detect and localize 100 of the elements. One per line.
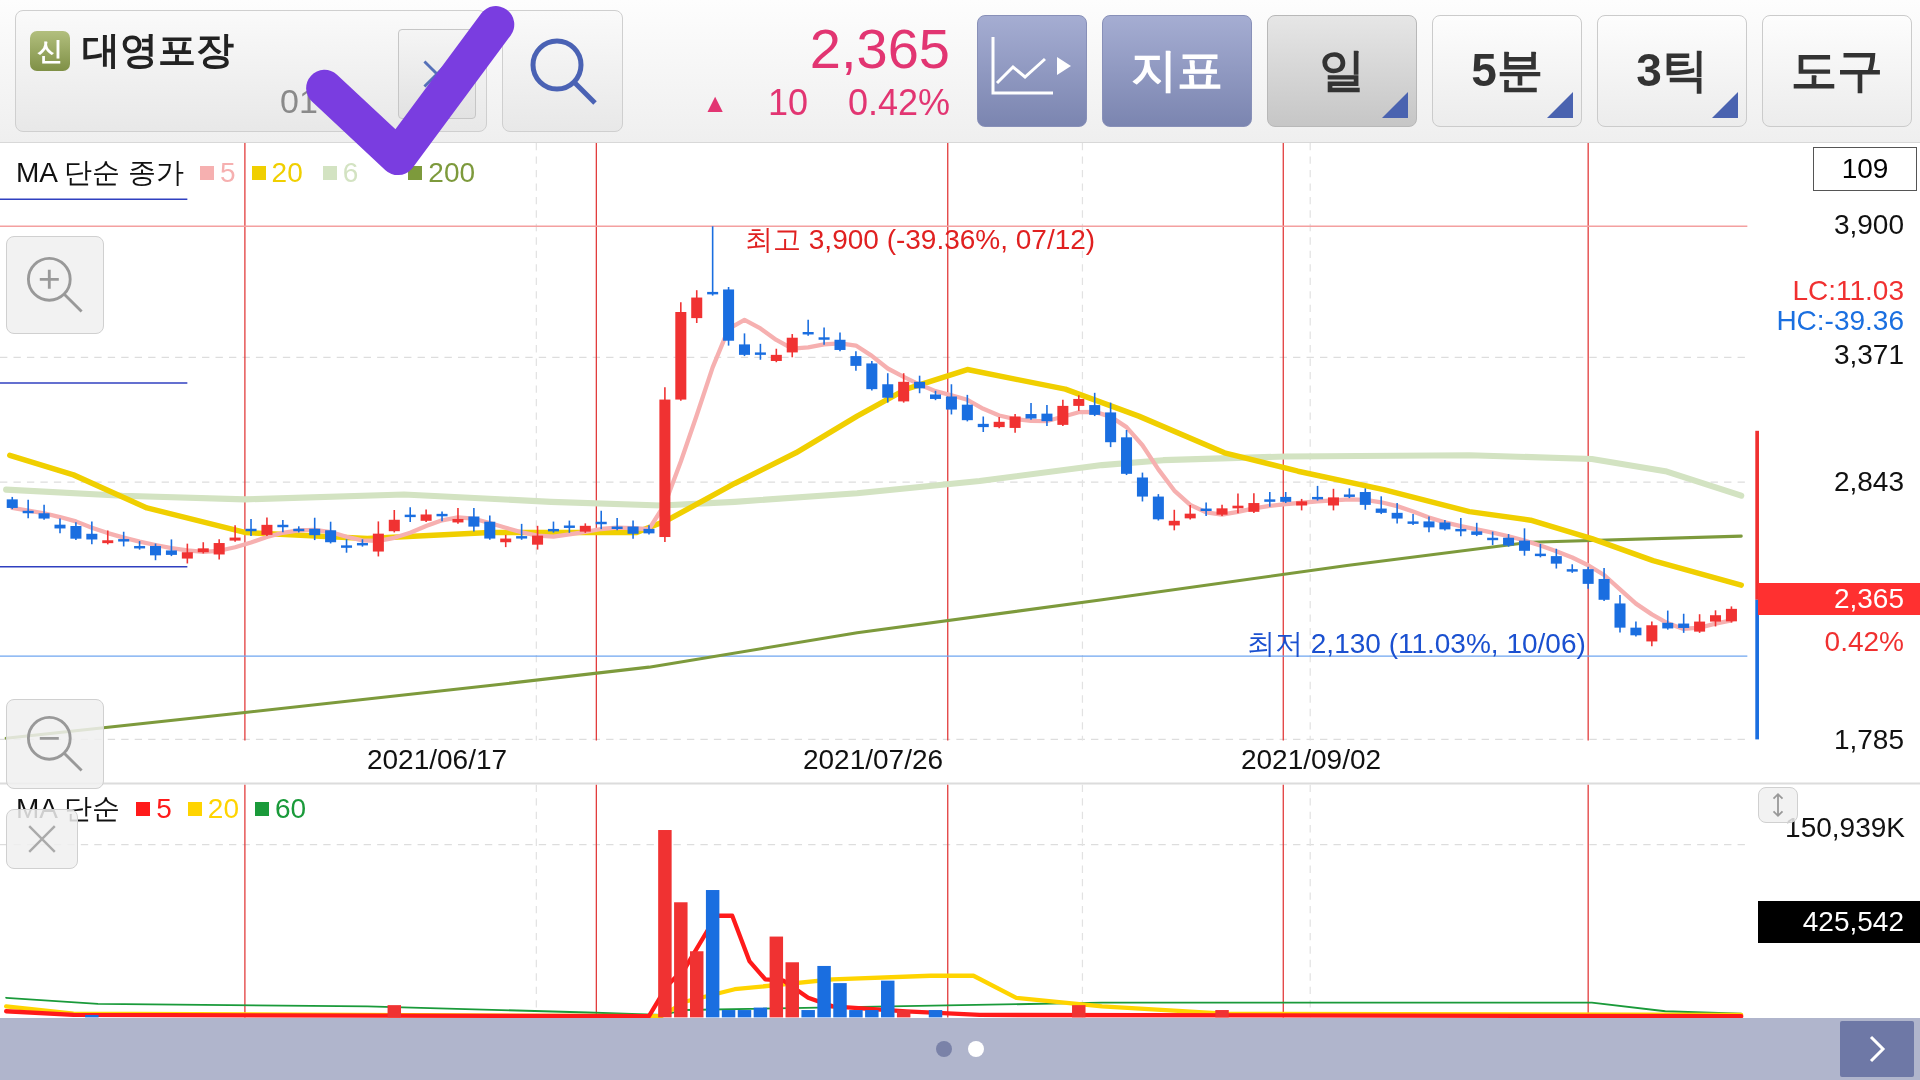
date-axis-label: 2021/07/26	[802, 744, 944, 776]
candlestick	[86, 520, 98, 546]
candlestick	[516, 523, 528, 541]
legend-label: 20	[207, 793, 239, 825]
candlestick	[1503, 533, 1515, 548]
price-axis-label: 3,900	[1833, 209, 1904, 241]
volume-bar	[849, 1010, 863, 1018]
candlestick	[1423, 515, 1435, 534]
candlestick	[134, 540, 146, 551]
candlestick	[611, 517, 623, 532]
legend-label: 200	[428, 156, 476, 190]
candlestick	[914, 374, 926, 395]
candlestick	[229, 524, 241, 543]
period-dropdown[interactable]: 5분	[1432, 15, 1582, 127]
period-dropdown[interactable]: 3틱	[1597, 15, 1747, 127]
candlestick	[802, 318, 814, 337]
candlestick	[1136, 471, 1148, 503]
candlestick	[1630, 620, 1642, 638]
candlestick	[293, 525, 305, 534]
candlestick	[1550, 547, 1562, 570]
volume-bar	[833, 983, 847, 1018]
candlestick	[1232, 492, 1244, 515]
candlestick	[325, 520, 337, 545]
candlestick	[1598, 567, 1610, 602]
candlestick	[993, 416, 1005, 430]
page-dot[interactable]	[936, 1041, 952, 1057]
candlestick	[1566, 563, 1578, 574]
next-button[interactable]	[1840, 1021, 1914, 1077]
candlestick	[563, 519, 575, 534]
candlestick	[579, 522, 591, 534]
legend-label: 60	[274, 793, 307, 825]
candlestick	[770, 347, 782, 363]
candlestick	[388, 509, 400, 534]
current-price-marker: 2,365	[1758, 583, 1920, 615]
candlestick	[547, 520, 559, 534]
candlestick	[341, 538, 353, 554]
candlestick	[1694, 613, 1706, 634]
price-axis-label: 1,785	[1833, 724, 1904, 756]
candlestick	[484, 514, 496, 541]
candlestick	[1725, 605, 1737, 624]
candlestick	[1168, 509, 1180, 532]
candlestick	[1391, 502, 1403, 525]
chart-type-button[interactable]	[977, 15, 1087, 127]
candlestick	[38, 503, 50, 521]
candlestick	[1455, 517, 1467, 538]
candlestick	[277, 519, 289, 533]
candlestick	[1327, 488, 1339, 512]
market-badge: 신	[30, 30, 70, 71]
candlestick	[1216, 503, 1228, 517]
candlestick	[436, 510, 448, 522]
tools-button[interactable]: 도구	[1762, 15, 1912, 127]
candlestick	[6, 496, 18, 510]
page-dot[interactable]	[968, 1041, 984, 1057]
candlestick	[930, 390, 941, 401]
zoom-in-button[interactable]	[6, 236, 104, 334]
low-change-label: LC:11.03	[1792, 275, 1904, 307]
candlestick	[1009, 413, 1021, 434]
candlestick	[1184, 504, 1196, 521]
legend-title: MA 단순 종가	[16, 156, 184, 190]
period-dropdown[interactable]: 일	[1267, 15, 1417, 127]
candlestick	[404, 506, 416, 523]
candlestick	[1487, 530, 1499, 546]
candlestick	[1471, 522, 1483, 537]
high-change-label: HC:-39.36	[1776, 305, 1904, 337]
candlestick	[1439, 519, 1451, 532]
candlestick	[754, 343, 766, 361]
volume-bar	[865, 1010, 879, 1018]
candlestick	[818, 326, 830, 346]
search-button[interactable]	[502, 10, 624, 132]
candlestick	[1248, 492, 1260, 514]
candlestick	[1041, 404, 1053, 427]
candlestick	[1312, 485, 1324, 502]
candlestick	[420, 508, 432, 523]
candlestick	[595, 509, 607, 530]
candlestick	[197, 541, 209, 555]
volume-bar	[1072, 1005, 1086, 1018]
candlestick	[452, 507, 464, 525]
candlestick	[70, 521, 82, 541]
candlestick	[1296, 498, 1308, 512]
candlestick	[1375, 495, 1387, 515]
legend-label: 20	[271, 156, 303, 190]
current-rate-label: 0.42%	[1824, 626, 1904, 658]
price-axis-label: 3,371	[1833, 339, 1904, 371]
volume-bar	[387, 1005, 401, 1018]
candlestick	[150, 542, 161, 562]
change-rate: 0.42%	[847, 82, 950, 124]
zoom-out-button[interactable]	[6, 699, 104, 789]
candlestick	[1152, 493, 1164, 522]
candlestick	[1200, 501, 1212, 517]
candlestick	[500, 534, 512, 548]
up-arrow: ▲	[702, 87, 728, 119]
candlestick	[1662, 609, 1674, 631]
candlestick	[532, 525, 544, 551]
price-change: 10	[767, 82, 808, 124]
current-volume-marker: 425,542	[1758, 901, 1920, 943]
candlestick	[22, 499, 34, 519]
price-axis-label: 2,843	[1833, 466, 1904, 498]
candlestick	[1407, 513, 1419, 526]
candlestick	[882, 372, 894, 404]
candlestick	[786, 333, 798, 359]
